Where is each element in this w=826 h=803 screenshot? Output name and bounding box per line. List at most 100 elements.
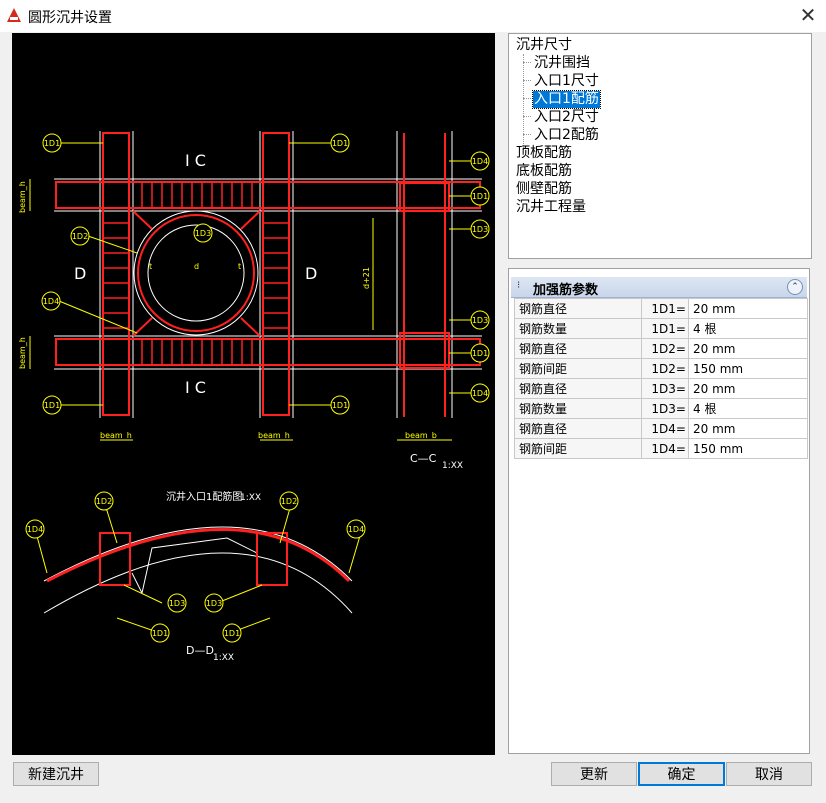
svg-text:1D4: 1D4 [43,297,59,306]
property-row[interactable]: 钢筋间距 1D2= 150 mm [514,358,808,379]
property-name: 钢筋数量 [514,398,642,419]
svg-text:1D3: 1D3 [472,225,488,234]
property-row[interactable]: 钢筋间距 1D4= 150 mm [514,438,808,459]
property-key: 1D3= [641,378,689,399]
svg-text:1D3: 1D3 [206,599,222,608]
property-row[interactable]: 钢筋数量 1D1= 4 根 [514,318,808,339]
app-logo-icon [7,8,21,22]
property-key: 1D2= [641,358,689,379]
property-name: 钢筋间距 [514,358,642,379]
property-value[interactable]: 4 根 [688,398,808,419]
property-value[interactable]: 20 mm [688,338,808,359]
close-button[interactable]: ✕ [790,0,826,30]
property-value[interactable]: 20 mm [688,298,808,319]
svg-text:d: d [194,262,199,271]
property-name: 钢筋直径 [514,418,642,439]
update-button[interactable]: 更新 [551,762,637,786]
tree-item-top-slab-rebar[interactable]: 顶板配筋 [516,145,572,162]
property-value[interactable]: 4 根 [688,318,808,339]
property-key: 1D1= [641,318,689,339]
title-bar: 圆形沉井设置 ✕ [0,0,826,32]
property-key: 1D1= [641,298,689,319]
svg-text:d+21: d+21 [362,267,371,289]
property-row[interactable]: 钢筋数量 1D3= 4 根 [514,398,808,419]
new-shaft-button[interactable]: 新建沉井 [13,762,99,786]
property-table: 钢筋直径 1D1= 20 mm 钢筋数量 1D1= 4 根 钢筋直径 1D2= … [514,298,808,459]
svg-text:beam_h: beam_h [100,431,132,440]
collapse-up-icon[interactable]: ⌃ [787,279,803,295]
property-value[interactable]: 150 mm [688,358,808,379]
svg-text:beam_h: beam_h [18,181,27,213]
svg-text:1D1: 1D1 [44,401,60,410]
svg-text:I C: I C [185,378,206,397]
svg-text:C—C: C—C [410,452,437,465]
tree-item-entrance2-rebar[interactable]: 入口2配筋 [534,127,599,144]
svg-text:beam_b: beam_b [405,431,437,440]
svg-text:1D1: 1D1 [44,139,60,148]
close-icon: ✕ [799,3,817,27]
property-key: 1D4= [641,418,689,439]
property-name: 钢筋数量 [514,318,642,339]
property-key: 1D4= [641,438,689,459]
svg-text:1D1: 1D1 [152,629,168,638]
svg-text:1:XX: 1:XX [213,653,234,663]
svg-text:1D4: 1D4 [348,525,364,534]
svg-text:t: t [149,262,152,271]
svg-text:1D3: 1D3 [472,316,488,325]
drawing-preview: 1D1 1D1 1D1 1D1 1D2 1D3 1D4 1D4 1D1 1D3 … [12,33,495,755]
svg-text:1D2: 1D2 [96,497,112,506]
property-row[interactable]: 钢筋直径 1D2= 20 mm [514,338,808,359]
svg-text:beam_h: beam_h [18,337,27,369]
property-name: 钢筋直径 [514,298,642,319]
property-key: 1D2= [641,338,689,359]
svg-text:1D1: 1D1 [332,139,348,148]
tree-item-entrance1-size[interactable]: 入口1尺寸 [534,73,599,90]
tree-item-quantities[interactable]: 沉井工程量 [516,199,586,216]
property-name: 钢筋直径 [514,378,642,399]
svg-text:1D3: 1D3 [195,229,211,238]
tree-item-entrance1-rebar[interactable]: 入口1配筋 [532,90,601,109]
category-grip-icon: ⁝ [517,280,521,291]
svg-text:1D2: 1D2 [72,232,88,241]
property-value[interactable]: 150 mm [688,438,808,459]
property-name: 钢筋直径 [514,338,642,359]
tree-item-shaft-enclosure[interactable]: 沉井围挡 [534,55,590,72]
svg-text:D: D [305,264,317,283]
tree-item-side-wall-rebar[interactable]: 侧壁配筋 [516,181,572,198]
svg-text:D: D [74,264,86,283]
svg-text:1:XX: 1:XX [240,493,261,503]
property-key: 1D3= [641,398,689,419]
cancel-button[interactable]: 取消 [726,762,812,786]
svg-text:1D1: 1D1 [332,401,348,410]
svg-text:1D2: 1D2 [281,497,297,506]
property-grid: ⁝ 加强筋参数 ⌃ 钢筋直径 1D1= 20 mm 钢筋数量 1D1= 4 根 … [508,268,810,754]
window-title: 圆形沉井设置 [28,10,112,26]
svg-text:t: t [238,262,241,271]
svg-text:1D1: 1D1 [472,192,488,201]
svg-text:1D4: 1D4 [472,389,488,398]
ok-button[interactable]: 确定 [638,762,725,786]
svg-text:D—D: D—D [186,644,214,657]
property-row[interactable]: 钢筋直径 1D1= 20 mm [514,298,808,319]
property-value[interactable]: 20 mm [688,378,808,399]
svg-text:I C: I C [185,151,206,170]
svg-text:1D1: 1D1 [224,629,240,638]
tree-item-entrance2-size[interactable]: 入口2尺寸 [534,109,599,126]
property-row[interactable]: 钢筋直径 1D3= 20 mm [514,378,808,399]
reinforcement-drawing: 1D1 1D1 1D1 1D1 1D2 1D3 1D4 1D4 1D1 1D3 … [18,131,490,663]
svg-text:1D4: 1D4 [472,157,488,166]
property-row[interactable]: 钢筋直径 1D4= 20 mm [514,418,808,439]
svg-text:1D1: 1D1 [472,349,488,358]
tree-item-bottom-slab-rebar[interactable]: 底板配筋 [516,163,572,180]
svg-text:1D3: 1D3 [169,599,185,608]
tree-item-shaft-size[interactable]: 沉井尺寸 [516,37,572,54]
svg-text:1:XX: 1:XX [442,461,463,471]
svg-text:沉井入口1配筋图: 沉井入口1配筋图 [166,490,242,503]
property-category-title: 加强筋参数 [533,283,599,298]
property-category-header[interactable]: ⁝ 加强筋参数 ⌃ [511,277,807,298]
property-value[interactable]: 20 mm [688,418,808,439]
svg-text:1D4: 1D4 [27,525,43,534]
svg-text:beam_h: beam_h [258,431,290,440]
property-name: 钢筋间距 [514,438,642,459]
settings-tree[interactable]: 沉井尺寸 沉井围挡 入口1尺寸 入口1配筋 入口2尺寸 入口2配筋 顶板配筋 底… [508,33,812,259]
